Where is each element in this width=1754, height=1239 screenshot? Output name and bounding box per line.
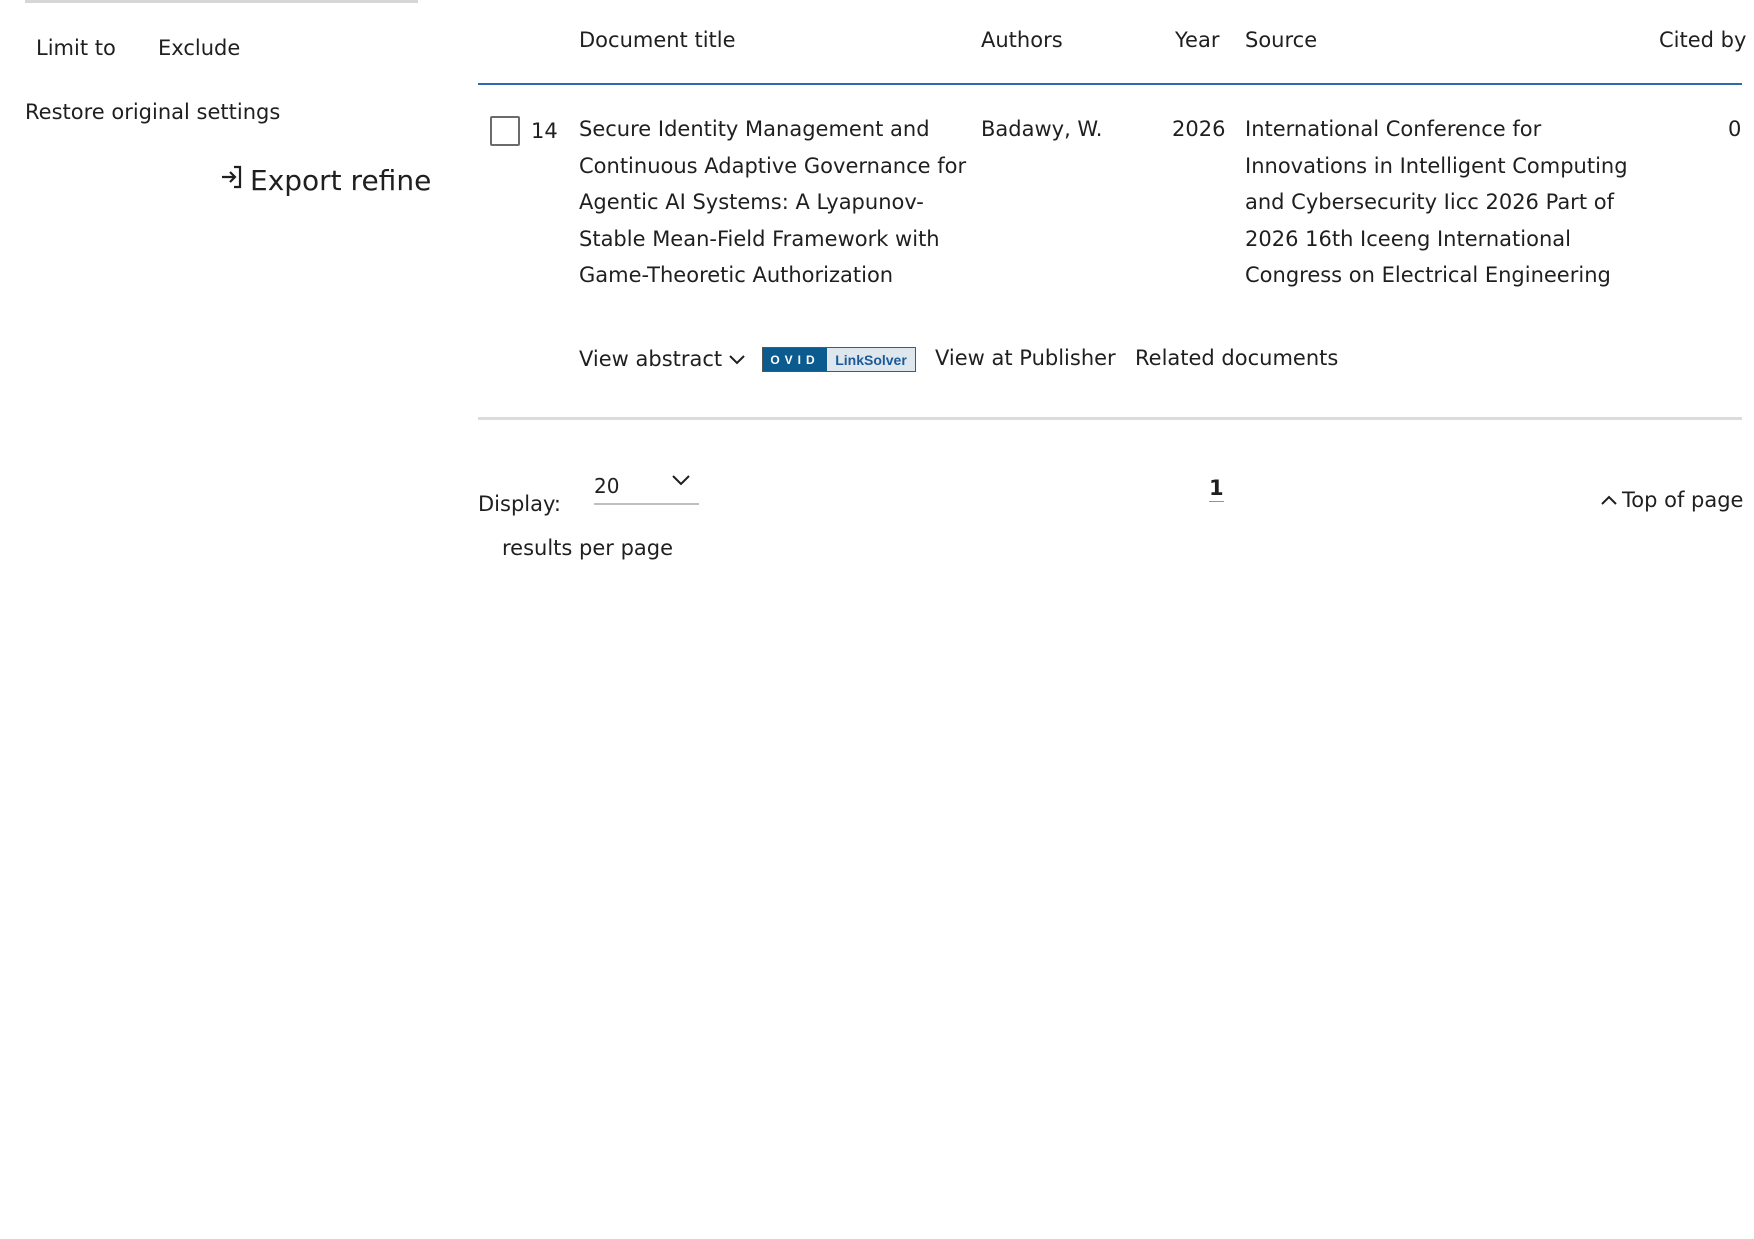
- top-of-page-link[interactable]: Top of page: [1600, 488, 1743, 512]
- title-line: Game-Theoretic Authorization: [579, 263, 894, 287]
- source-line: Innovations in Intelligent Computing: [1245, 153, 1628, 178]
- results-per-page-label: results per page: [502, 536, 674, 560]
- row-select-checkbox[interactable]: [490, 116, 520, 146]
- view-at-publisher-link[interactable]: View at Publisher: [935, 346, 1116, 370]
- linksolver-label: LinkSolver: [827, 348, 915, 371]
- year-value: 2026: [1172, 117, 1226, 141]
- source-line: 2026 16th Iceeng International: [1245, 226, 1571, 251]
- chevron-up-icon: [1600, 488, 1618, 512]
- title-line: Stable Mean-Field Framework with: [579, 226, 940, 251]
- results-per-page-select[interactable]: 20: [594, 466, 699, 505]
- author-link[interactable]: Badawy, W.: [981, 111, 1102, 148]
- header-year[interactable]: Year: [1175, 28, 1219, 52]
- row-number: 14: [531, 119, 558, 143]
- limit-to-button[interactable]: Limit to: [36, 36, 116, 60]
- header-authors[interactable]: Authors: [981, 28, 1063, 52]
- source-line: Congress on Electrical Engineering: [1245, 263, 1611, 287]
- title-line: Secure Identity Management and: [579, 117, 930, 141]
- title-line: Continuous Adaptive Governance for: [579, 153, 967, 178]
- exclude-button[interactable]: Exclude: [158, 36, 240, 60]
- export-refine-label: Export refine: [250, 164, 432, 197]
- ovid-linksolver-button[interactable]: OVID LinkSolver: [762, 347, 916, 372]
- chevron-down-icon: [671, 468, 691, 492]
- header-divider: [478, 83, 1742, 85]
- header-source[interactable]: Source: [1245, 28, 1317, 52]
- row-divider: [478, 417, 1742, 420]
- cited-by-count[interactable]: 0: [1728, 111, 1741, 148]
- chevron-down-icon: [728, 347, 746, 371]
- title-line: Agentic AI Systems: A Lyapunov-: [579, 190, 924, 214]
- view-abstract-toggle[interactable]: View abstract: [579, 347, 746, 371]
- sign-in-arrow-icon: [220, 164, 244, 197]
- source-line: International Conference for: [1245, 117, 1542, 141]
- top-of-page-label: Top of page: [1622, 488, 1744, 512]
- document-title-link[interactable]: Secure Identity Management and Continuou…: [579, 111, 984, 294]
- source-link[interactable]: International Conference for Innovations…: [1245, 111, 1645, 294]
- restore-original-settings-link[interactable]: Restore original settings: [25, 100, 280, 124]
- results-per-page-value: 20: [594, 474, 620, 498]
- related-documents-link[interactable]: Related documents: [1135, 346, 1338, 370]
- display-label: Display:: [478, 492, 561, 516]
- export-refine-button[interactable]: Export refine: [220, 164, 431, 197]
- header-cited-by[interactable]: Cited by: [1659, 28, 1746, 52]
- ovid-logo: OVID: [763, 348, 827, 371]
- source-line: and Cybersecurity Iicc 2026 Part of: [1245, 190, 1614, 214]
- sidebar-divider: [25, 0, 418, 3]
- pagination-page-current[interactable]: 1: [1209, 476, 1224, 502]
- view-abstract-label: View abstract: [579, 347, 723, 371]
- header-document-title[interactable]: Document title: [579, 28, 736, 52]
